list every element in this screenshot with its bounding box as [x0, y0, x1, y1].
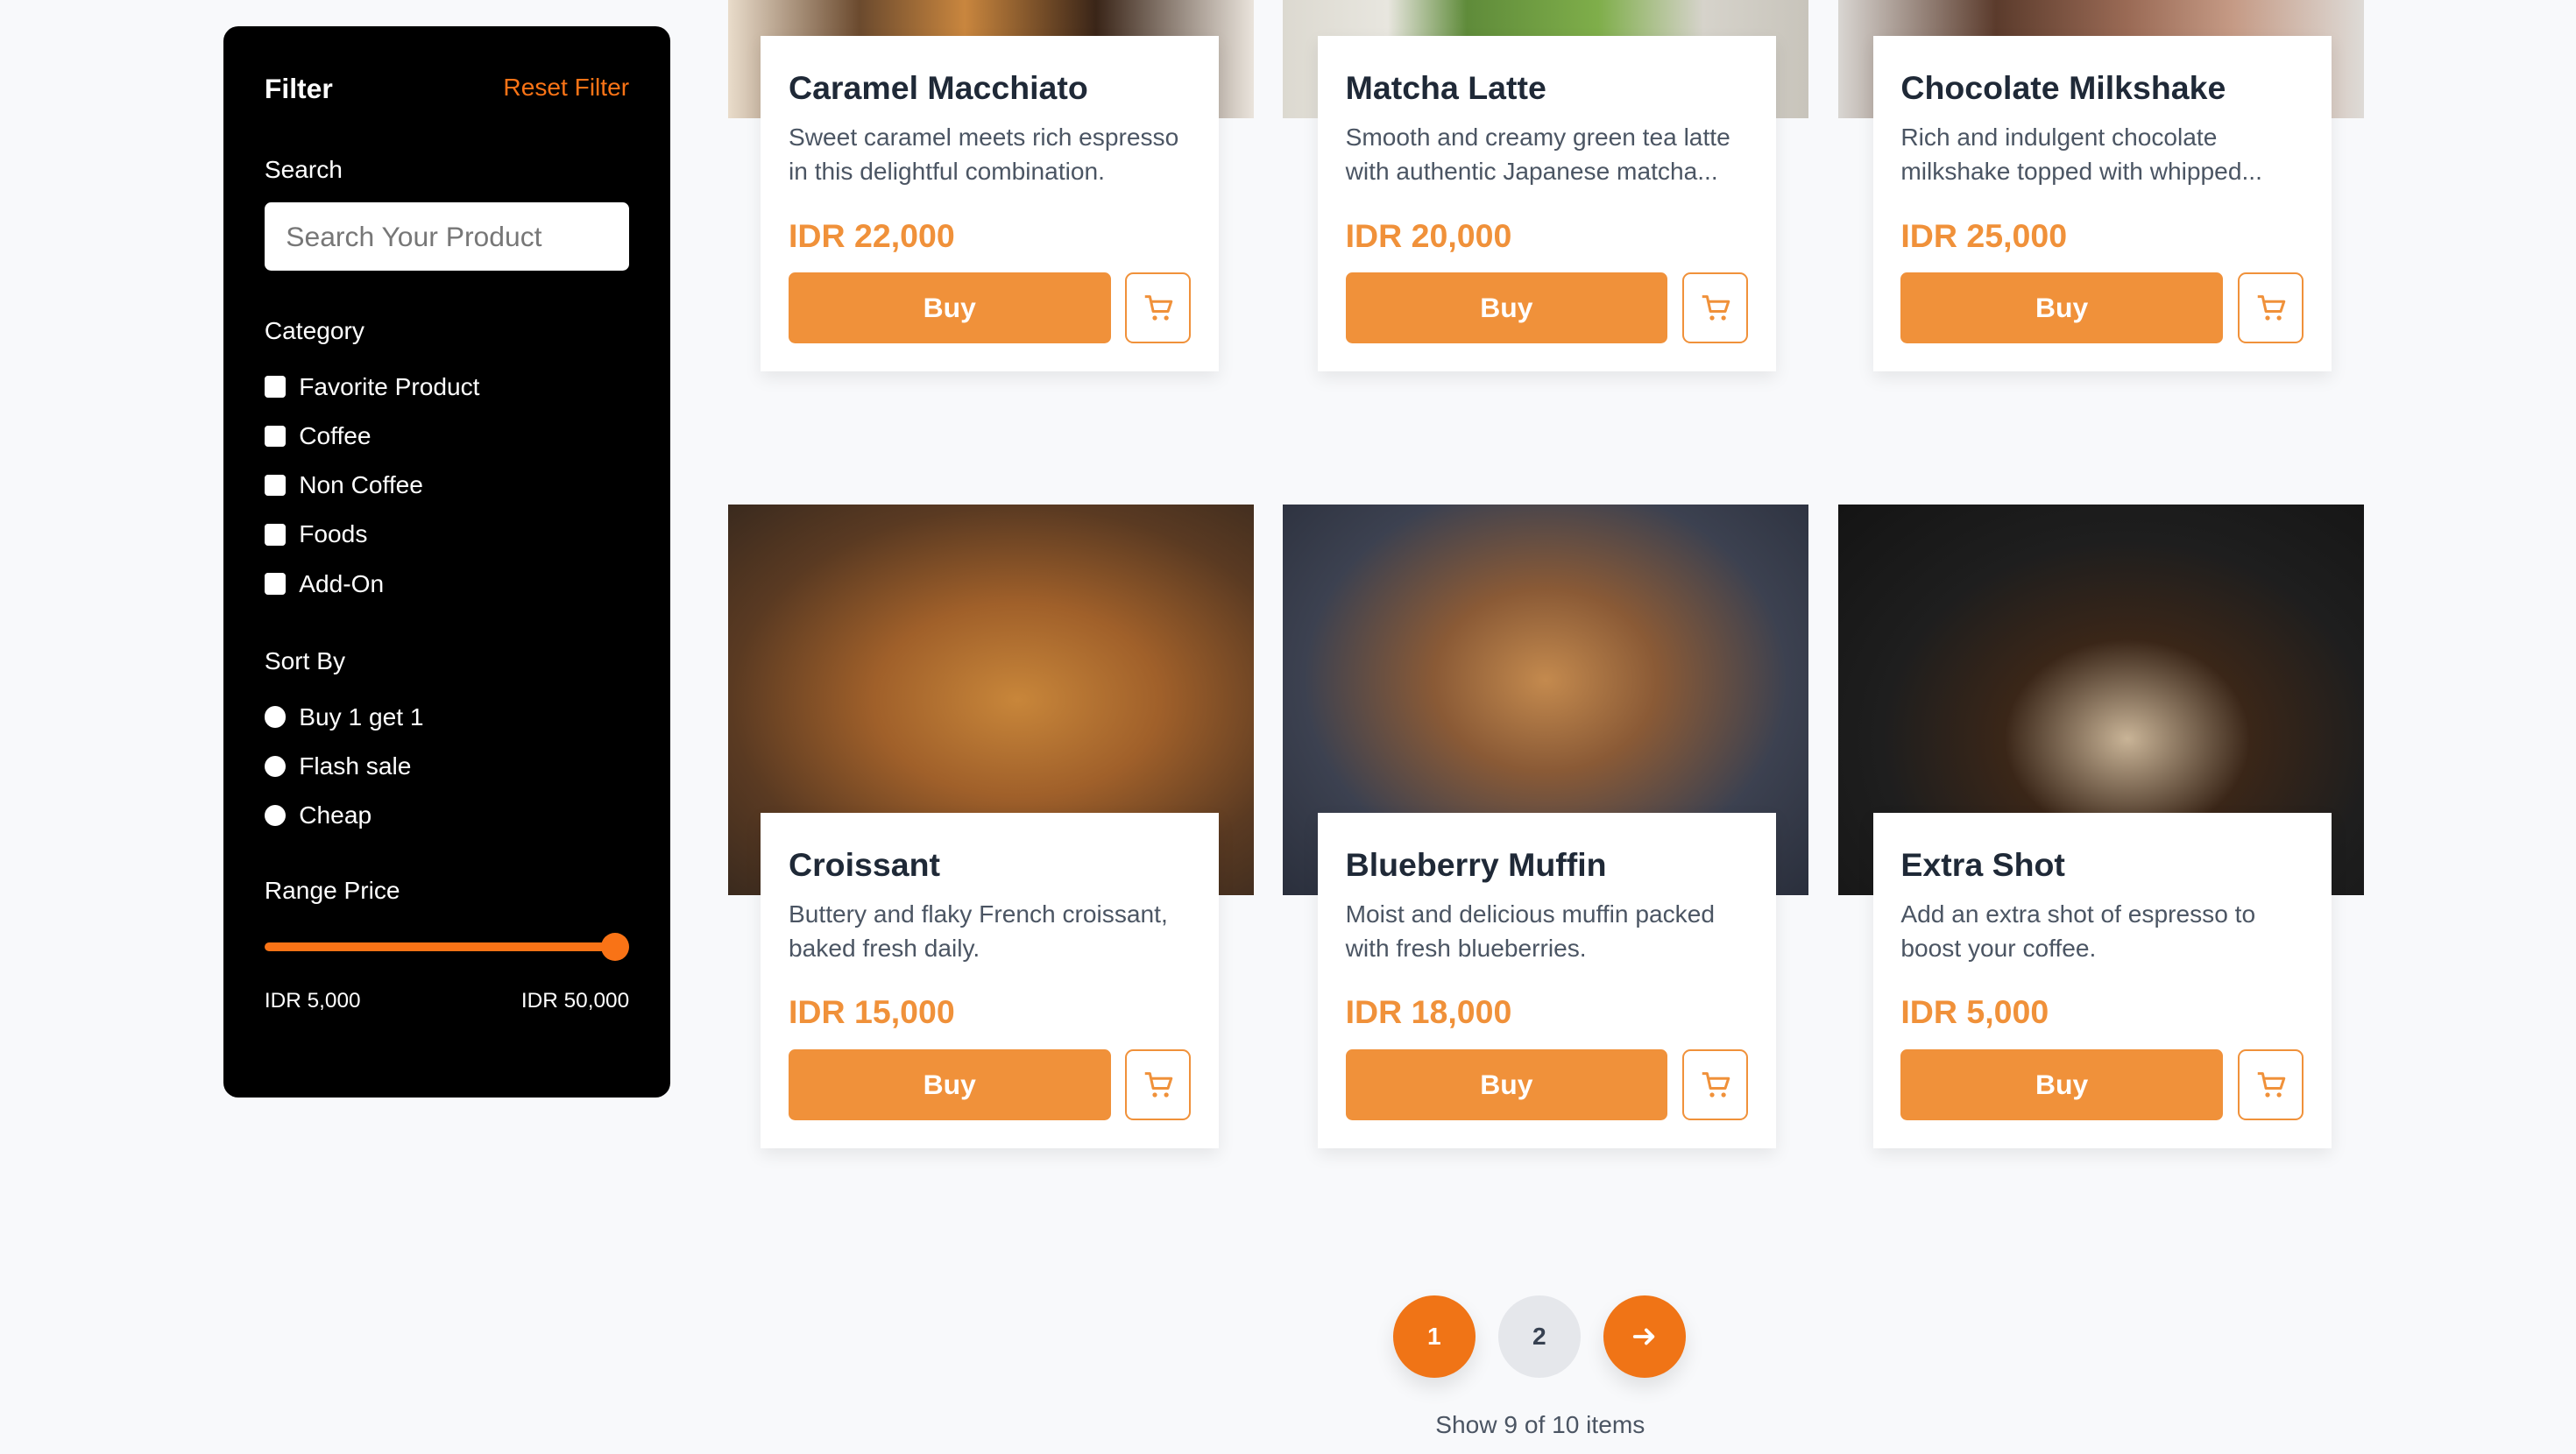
sort-by-label: Sort By — [264, 646, 346, 674]
product-description: Moist and delicious muffin packed with f… — [1345, 900, 1715, 963]
product-card: Matcha Latte Smooth and creamy green tea … — [1317, 36, 1776, 371]
product-name: Croissant — [789, 845, 940, 883]
category-favorite-product[interactable]: Favorite Product — [264, 372, 480, 401]
product-card: Blueberry Muffin Moist and delicious muff… — [1317, 813, 1776, 1148]
category-label: Category — [264, 316, 364, 344]
product-card: Chocolate Milkshake Rich and indulgent ch… — [1872, 36, 2332, 371]
product-description: Rich and indulgent chocolate milkshake t… — [1900, 123, 2262, 186]
product-price: IDR 20,000 — [1345, 216, 1512, 254]
search-label: Search — [264, 156, 343, 184]
reset-filter-link[interactable]: Reset Filter — [503, 74, 629, 102]
product-card: Croissant Buttery and flaky French croiss… — [761, 813, 1220, 1148]
range-price-label: Range Price — [264, 877, 400, 905]
range-max-label: IDR 50,000 — [520, 988, 630, 1013]
option-label: Non Coffee — [299, 471, 423, 499]
buy-button[interactable]: Buy — [1345, 272, 1668, 343]
checkbox[interactable] — [264, 524, 287, 546]
cart-icon — [2257, 1071, 2285, 1098]
product-price: IDR 15,000 — [789, 993, 955, 1031]
option-label: Add-On — [299, 569, 385, 597]
option-label: Cheap — [299, 801, 372, 829]
buy-button[interactable]: Buy — [1345, 1049, 1668, 1120]
add-to-cart-button[interactable] — [1682, 1049, 1748, 1120]
product-name: Matcha Latte — [1345, 68, 1546, 106]
option-label: Foods — [299, 520, 368, 548]
product-price: IDR 22,000 — [789, 216, 955, 254]
checkbox[interactable] — [264, 474, 287, 497]
search-input[interactable] — [264, 201, 630, 272]
product-description: Smooth and creamy green tea latte with a… — [1345, 123, 1730, 186]
product-name: Caramel Macchiato — [789, 68, 1088, 106]
sort-flash-sale[interactable]: Flash sale — [264, 752, 412, 780]
category-non-coffee[interactable]: Non Coffee — [264, 471, 423, 499]
product-price: IDR 25,000 — [1900, 216, 2068, 254]
cart-icon — [1702, 294, 1730, 321]
product-price: IDR 5,000 — [1900, 993, 2049, 1031]
buy-button[interactable]: Buy — [789, 1049, 1111, 1120]
checkbox[interactable] — [264, 376, 287, 398]
range-min-label: IDR 5,000 — [264, 988, 361, 1013]
product-name: Blueberry Muffin — [1345, 845, 1607, 883]
product-card: Extra Shot Add an extra shot of espresso … — [1872, 813, 2332, 1148]
option-label: Coffee — [299, 421, 372, 449]
sort-buy-1-get-1[interactable]: Buy 1 get 1 — [264, 702, 424, 731]
cart-icon — [1144, 1071, 1173, 1098]
add-to-cart-button[interactable] — [2237, 272, 2304, 343]
buy-button[interactable]: Buy — [1900, 1049, 2223, 1120]
buy-button[interactable]: Buy — [789, 272, 1111, 343]
category-add-on[interactable]: Add-On — [264, 569, 385, 598]
arrow-right-icon — [1632, 1328, 1655, 1345]
product-name: Extra Shot — [1900, 845, 2065, 883]
radio[interactable] — [264, 755, 287, 777]
product-description: Add an extra shot of espresso to boost y… — [1900, 900, 2256, 963]
option-label: Flash sale — [299, 752, 412, 780]
product-description: Buttery and flaky French croissant, bake… — [789, 900, 1168, 963]
product-name: Chocolate Milkshake — [1900, 68, 2226, 106]
checkbox[interactable] — [264, 573, 287, 595]
category-foods[interactable]: Foods — [264, 520, 368, 548]
add-to-cart-button[interactable] — [2237, 1049, 2304, 1120]
radio[interactable] — [264, 804, 287, 827]
sort-cheap[interactable]: Cheap — [264, 801, 372, 829]
cart-icon — [1144, 294, 1173, 321]
option-label: Favorite Product — [299, 372, 480, 400]
add-to-cart-button[interactable] — [1125, 1049, 1192, 1120]
cart-icon — [2257, 294, 2285, 321]
radio[interactable] — [264, 706, 287, 728]
option-label: Buy 1 get 1 — [299, 702, 424, 731]
product-card: Caramel Macchiato Sweet caramel meets ric… — [761, 36, 1220, 371]
cart-icon — [1702, 1071, 1730, 1098]
product-description: Sweet caramel meets rich espresso in thi… — [789, 123, 1179, 186]
price-range-track[interactable] — [264, 942, 617, 951]
next-page-button[interactable] — [1603, 1295, 1686, 1379]
checkbox[interactable] — [264, 425, 287, 448]
add-to-cart-button[interactable] — [1682, 272, 1748, 343]
price-range-thumb[interactable] — [601, 933, 630, 961]
category-coffee[interactable]: Coffee — [264, 421, 372, 450]
buy-button[interactable]: Buy — [1900, 272, 2223, 343]
page-2-button[interactable]: 2 — [1498, 1295, 1581, 1379]
filter-title: Filter — [264, 72, 333, 104]
add-to-cart-button[interactable] — [1125, 272, 1192, 343]
pagination-info-text: Show 9 of 10 items — [1435, 1410, 1645, 1438]
page-1-button[interactable]: 1 — [1393, 1295, 1476, 1379]
filter-sidebar: Filter Reset Filter Search Category Favo… — [223, 26, 670, 1098]
product-price: IDR 18,000 — [1345, 993, 1512, 1031]
